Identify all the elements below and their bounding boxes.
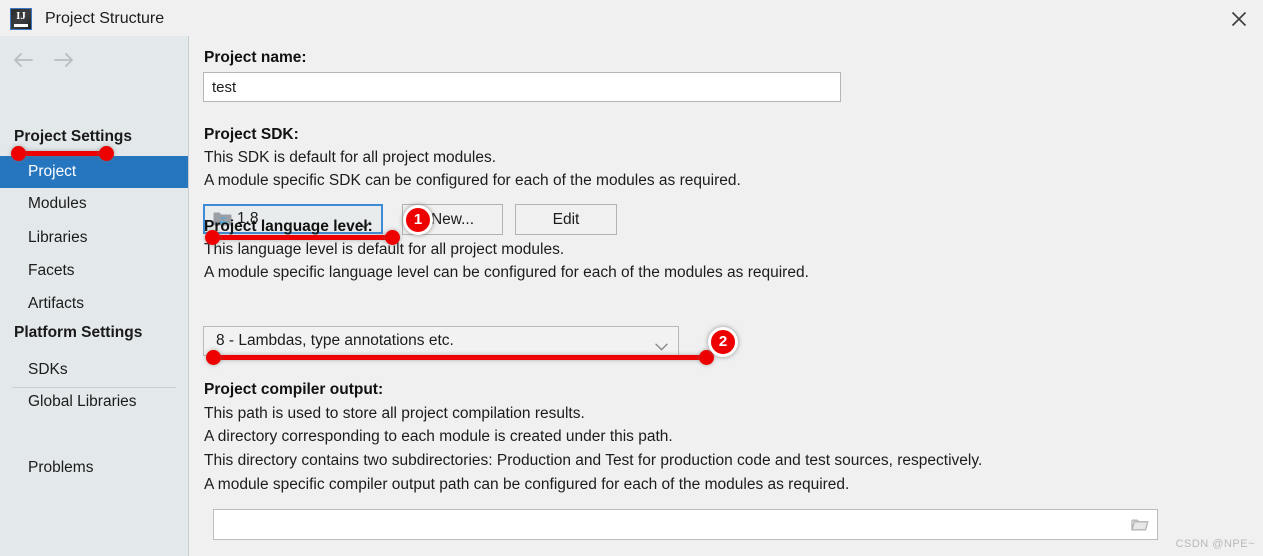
app-icon-letters: IJ: [16, 10, 26, 22]
sidebar-item-libraries[interactable]: Libraries: [0, 222, 188, 254]
annotation-dot: [206, 350, 221, 365]
main-panel: Project name: Project SDK: This SDK is d…: [190, 36, 1263, 556]
language-level-value: 8 - Lambdas, type annotations etc.: [216, 332, 454, 349]
annotation-line-sdk: [212, 235, 392, 240]
sidebar-item-modules[interactable]: Modules: [0, 188, 188, 220]
sidebar-item-problems[interactable]: Problems: [0, 452, 188, 484]
annotation-dot: [99, 146, 114, 161]
annotation-line-project: [18, 151, 106, 156]
compiler-output-description-3: This directory contains two subdirectori…: [204, 452, 983, 469]
language-level-label: Project language level:: [204, 218, 373, 235]
sidebar-item-artifacts[interactable]: Artifacts: [0, 288, 188, 320]
project-sdk-label: Project SDK:: [204, 126, 299, 143]
sidebar-divider: [12, 387, 176, 388]
sidebar-item-facets[interactable]: Facets: [0, 255, 188, 287]
project-name-label: Project name:: [204, 49, 307, 66]
window-title: Project Structure: [45, 10, 165, 27]
sidebar-item-project[interactable]: Project: [0, 156, 188, 188]
compiler-output-input[interactable]: [214, 510, 1124, 539]
arrow-left-icon[interactable]: [10, 49, 40, 73]
annotation-dot: [11, 146, 26, 161]
edit-sdk-button[interactable]: Edit: [515, 204, 617, 235]
language-level-description-1: This language level is default for all p…: [204, 241, 565, 258]
compiler-output-field[interactable]: [213, 509, 1158, 540]
compiler-output-description-2: A directory corresponding to each module…: [204, 428, 673, 445]
annotation-badge-1: 1: [403, 205, 433, 235]
chevron-down-icon: [655, 338, 668, 355]
compiler-output-description-4: A module specific compiler output path c…: [204, 476, 850, 493]
navigation-arrows: [10, 49, 90, 75]
annotation-dot: [205, 230, 220, 245]
sidebar-item-global-libraries[interactable]: Global Libraries: [0, 386, 188, 418]
project-sdk-description-2: A module specific SDK can be configured …: [204, 172, 741, 189]
watermark: CSDN @NPE~: [1175, 538, 1255, 550]
folder-browse-icon[interactable]: [1131, 517, 1149, 532]
arrow-right-icon[interactable]: [50, 49, 80, 73]
language-level-description-2: A module specific language level can be …: [204, 264, 809, 281]
intellij-idea-icon: IJ: [10, 8, 32, 30]
sidebar-item-sdks[interactable]: SDKs: [0, 354, 188, 386]
sidebar: Project Settings Project Modules Librari…: [0, 36, 189, 556]
compiler-output-label: Project compiler output:: [204, 381, 384, 398]
title-bar: IJ Project Structure: [0, 0, 1263, 40]
annotation-line-language-level: [214, 355, 706, 360]
project-sdk-description-1: This SDK is default for all project modu…: [204, 149, 497, 166]
sidebar-section-platform-settings: Platform Settings: [14, 324, 143, 341]
annotation-badge-2: 2: [708, 327, 738, 357]
annotation-dot: [385, 230, 400, 245]
app-icon-underline: [14, 24, 28, 27]
project-name-input[interactable]: [203, 72, 841, 102]
close-icon[interactable]: [1221, 2, 1257, 36]
compiler-output-description-1: This path is used to store all project c…: [204, 405, 585, 422]
language-level-combo[interactable]: 8 - Lambdas, type annotations etc.: [203, 326, 679, 356]
sidebar-section-project-settings: Project Settings: [14, 128, 132, 145]
